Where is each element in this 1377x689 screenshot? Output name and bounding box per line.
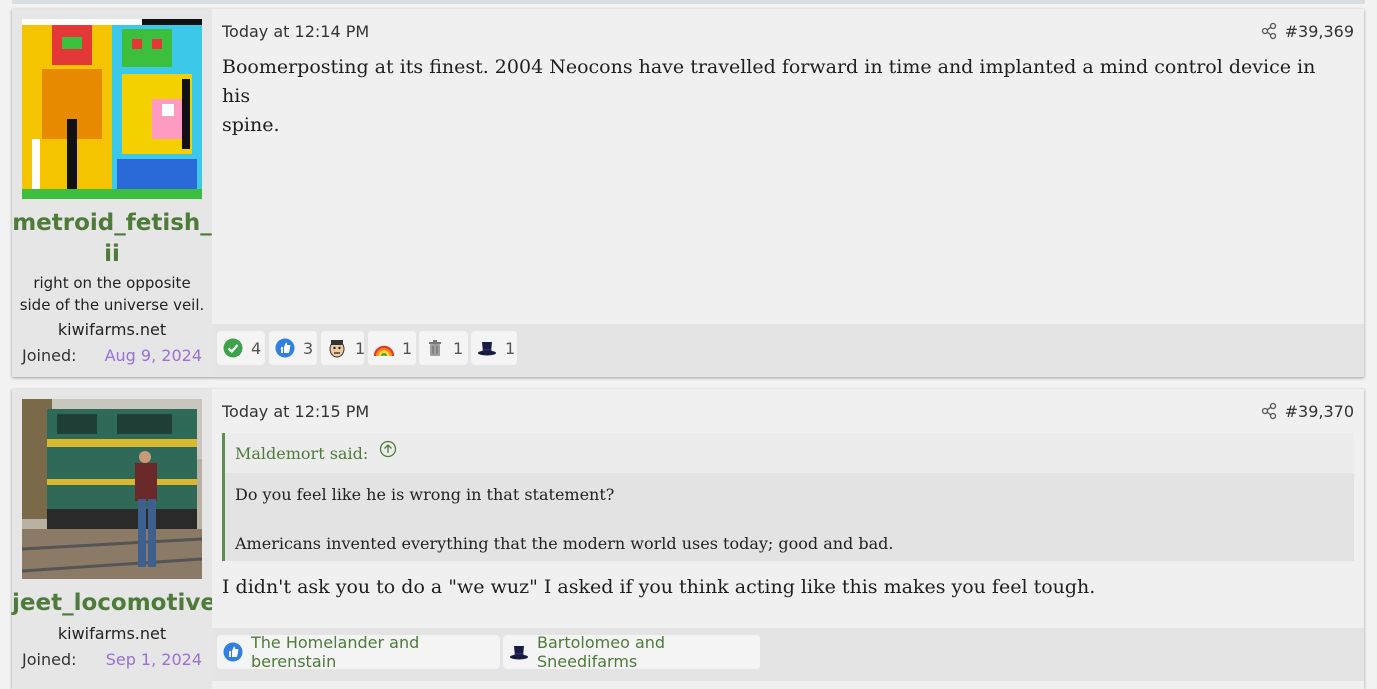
user-title-line2: side of the universe veil. (19, 296, 205, 314)
user-title: right on the opposite side of the univer… (16, 272, 208, 316)
post-body: Boomerposting at its finest. 2004 Neocon… (222, 53, 1324, 140)
username[interactable]: jeet_locomotive (12, 588, 216, 619)
reaction-like[interactable]: 3 (269, 331, 317, 365)
reaction-face[interactable]: 1 (321, 331, 366, 365)
post-body-line2: spine. (222, 114, 280, 136)
avatar[interactable] (22, 19, 202, 199)
joined-date: Aug 9, 2024 (104, 346, 202, 365)
post-body: I didn't ask you to do a "we wuz" I aske… (222, 576, 1096, 598)
reaction-users[interactable]: Bartolomeo and Sneedifarms (537, 633, 760, 671)
user-panel: metroid_fetish_ ii right on the opposite… (12, 9, 212, 377)
thumbs-up-icon (275, 338, 295, 358)
share-icon[interactable] (1260, 402, 1278, 420)
quote-line1: Do you feel like he is wrong in that sta… (235, 485, 615, 504)
user-panel: jeet_locomotive kiwifarms.net Joined: Se… (12, 389, 216, 689)
quote-line2: Americans invented everything that the m… (235, 534, 894, 553)
blockquote: Maldemort said: Do you feel like he is w… (222, 433, 1354, 561)
quote-header[interactable]: Maldemort said: (225, 433, 1354, 473)
user-title-line1: right on the opposite (33, 274, 191, 292)
post-number[interactable]: #39,370 (1285, 402, 1354, 421)
post-content: Today at 12:14 PM #39,369 Boomerposting … (212, 9, 1364, 377)
user-banner: kiwifarms.net (57, 624, 167, 643)
reaction-tophat[interactable]: 1 (471, 331, 517, 365)
post-number[interactable]: #39,369 (1285, 22, 1354, 41)
joined-label: Joined: (22, 650, 77, 669)
reaction-count: 1 (453, 338, 464, 358)
post-39370: jeet_locomotive kiwifarms.net Joined: Se… (12, 389, 1364, 689)
post-content: Today at 12:15 PM #39,370 Maldemort said… (212, 389, 1364, 689)
reactions-bar: The Homelander and berenstain Bartolomeo… (212, 628, 1364, 681)
reaction-check[interactable]: 4 (217, 331, 265, 365)
trash-can-icon (425, 338, 445, 358)
post-body-line1: Boomerposting at its finest. 2004 Neocon… (222, 56, 1316, 107)
thumbs-up-icon (223, 642, 243, 662)
post-timestamp[interactable]: Today at 12:14 PM (222, 22, 369, 41)
user-banner: kiwifarms.net (57, 320, 167, 339)
jump-to-quote-icon[interactable] (379, 432, 397, 474)
reaction-count: 1 (402, 338, 413, 358)
top-hat-icon (477, 338, 497, 358)
joined-date: Sep 1, 2024 (105, 650, 202, 669)
username[interactable]: metroid_fetish_ ii (12, 208, 212, 270)
post-timestamp[interactable]: Today at 12:15 PM (222, 402, 369, 421)
username-line2[interactable]: ii (12, 239, 212, 270)
top-hat-icon (509, 642, 529, 662)
username-line1[interactable]: metroid_fetish_ (12, 208, 212, 239)
reaction-list-tophat[interactable]: Bartolomeo and Sneedifarms (503, 633, 760, 671)
reaction-users[interactable]: The Homelander and berenstain (251, 633, 500, 671)
reaction-count: 4 (251, 338, 262, 358)
joined-label: Joined: (22, 346, 77, 365)
reaction-rainbow[interactable]: 1 (368, 331, 416, 365)
green-check-icon (223, 338, 243, 358)
reaction-count: 1 (505, 338, 516, 358)
quote-author[interactable]: Maldemort said: (235, 444, 368, 463)
reaction-trash[interactable]: 1 (419, 331, 468, 365)
rainbow-icon (374, 338, 394, 358)
face-icon (327, 338, 347, 358)
reaction-count: 1 (355, 338, 366, 358)
reaction-count: 3 (303, 338, 314, 358)
reactions-bar: 4 3 1 1 1 1 (212, 324, 1364, 377)
reaction-list-like[interactable]: The Homelander and berenstain (217, 633, 500, 671)
avatar[interactable] (22, 399, 202, 579)
share-icon[interactable] (1260, 22, 1278, 40)
post-39369: metroid_fetish_ ii right on the opposite… (12, 9, 1364, 377)
top-divider (12, 0, 1365, 4)
